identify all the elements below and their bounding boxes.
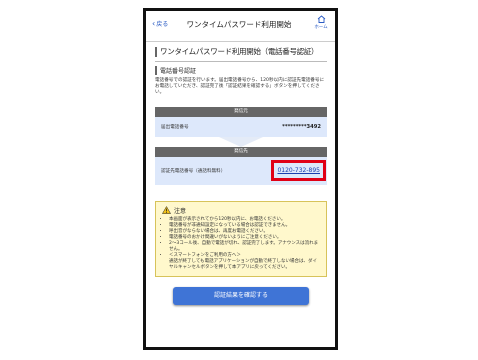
warning-icon [162,206,171,214]
home-label: ホーム [314,25,328,30]
smartphone-note: 通話が終了しても電話アプリケーションが自動で終了しない場合は、ダイヤルキャンセル… [169,259,318,271]
home-icon [317,15,325,23]
receiver-row: 認証先電話番号（通話料無料） 0120-732-895 [155,156,327,185]
receiver-label: 認証先電話番号（通話料無料） [161,168,226,174]
header-bar: ‹ 戻る ワンタイムパスワード利用開始 ホーム [146,11,335,42]
back-button[interactable]: ‹ 戻る [152,19,168,28]
chevron-left-icon: ‹ [152,18,156,28]
sender-phone-number: *********3492 [282,123,321,130]
receiver-box: 発信先 認証先電話番号（通話料無料） 0120-732-895 [155,146,327,185]
receiver-phone-link[interactable]: 0120-732-895 [271,160,326,182]
sender-box: 発信元 届出電話番号 *********3492 [155,106,327,137]
receiver-header: 発信先 [155,146,327,157]
back-label: 戻る [156,21,169,28]
check-result-button[interactable]: 認証結果を確認する [173,287,309,306]
caution-item: 2〜3コール後、自動で電話が切れ、認証完了します。アナウンスは流れません。 [169,241,320,253]
divider [155,61,327,62]
sender-label: 届出電話番号 [161,124,189,130]
screen-title: ワンタイムパスワード利用開始 [186,20,292,29]
home-button[interactable]: ホーム [313,15,329,30]
caution-list: 本画面が表示されてから120秒以内に、お電話ください。 電話番号が非通知設定にな… [162,217,320,260]
caution-heading: 注意 [162,206,320,215]
caution-title: 注意 [174,207,187,215]
sender-header: 発信元 [155,106,327,117]
instructions-text: 電話番号での認証を行います。届出電話番号から、120秒以内に認証先電話番号にお電… [155,78,325,96]
phone-frame: ‹ 戻る ワンタイムパスワード利用開始 ホーム ワンタイムパスワード利用開始（電… [143,8,338,350]
sender-row: 届出電話番号 *********3492 [155,116,327,137]
caution-panel: 注意 本画面が表示されてから120秒以内に、お電話ください。 電話番号が非通知設… [155,200,327,278]
page-title: ワンタイムパスワード利用開始（電話番号認証） [155,47,327,57]
arrow-down-icon [219,136,263,147]
section-title: 電話番号認証 [155,66,327,75]
main-content: ワンタイムパスワード利用開始（電話番号認証） 電話番号認証 電話番号での認証を行… [155,47,327,306]
